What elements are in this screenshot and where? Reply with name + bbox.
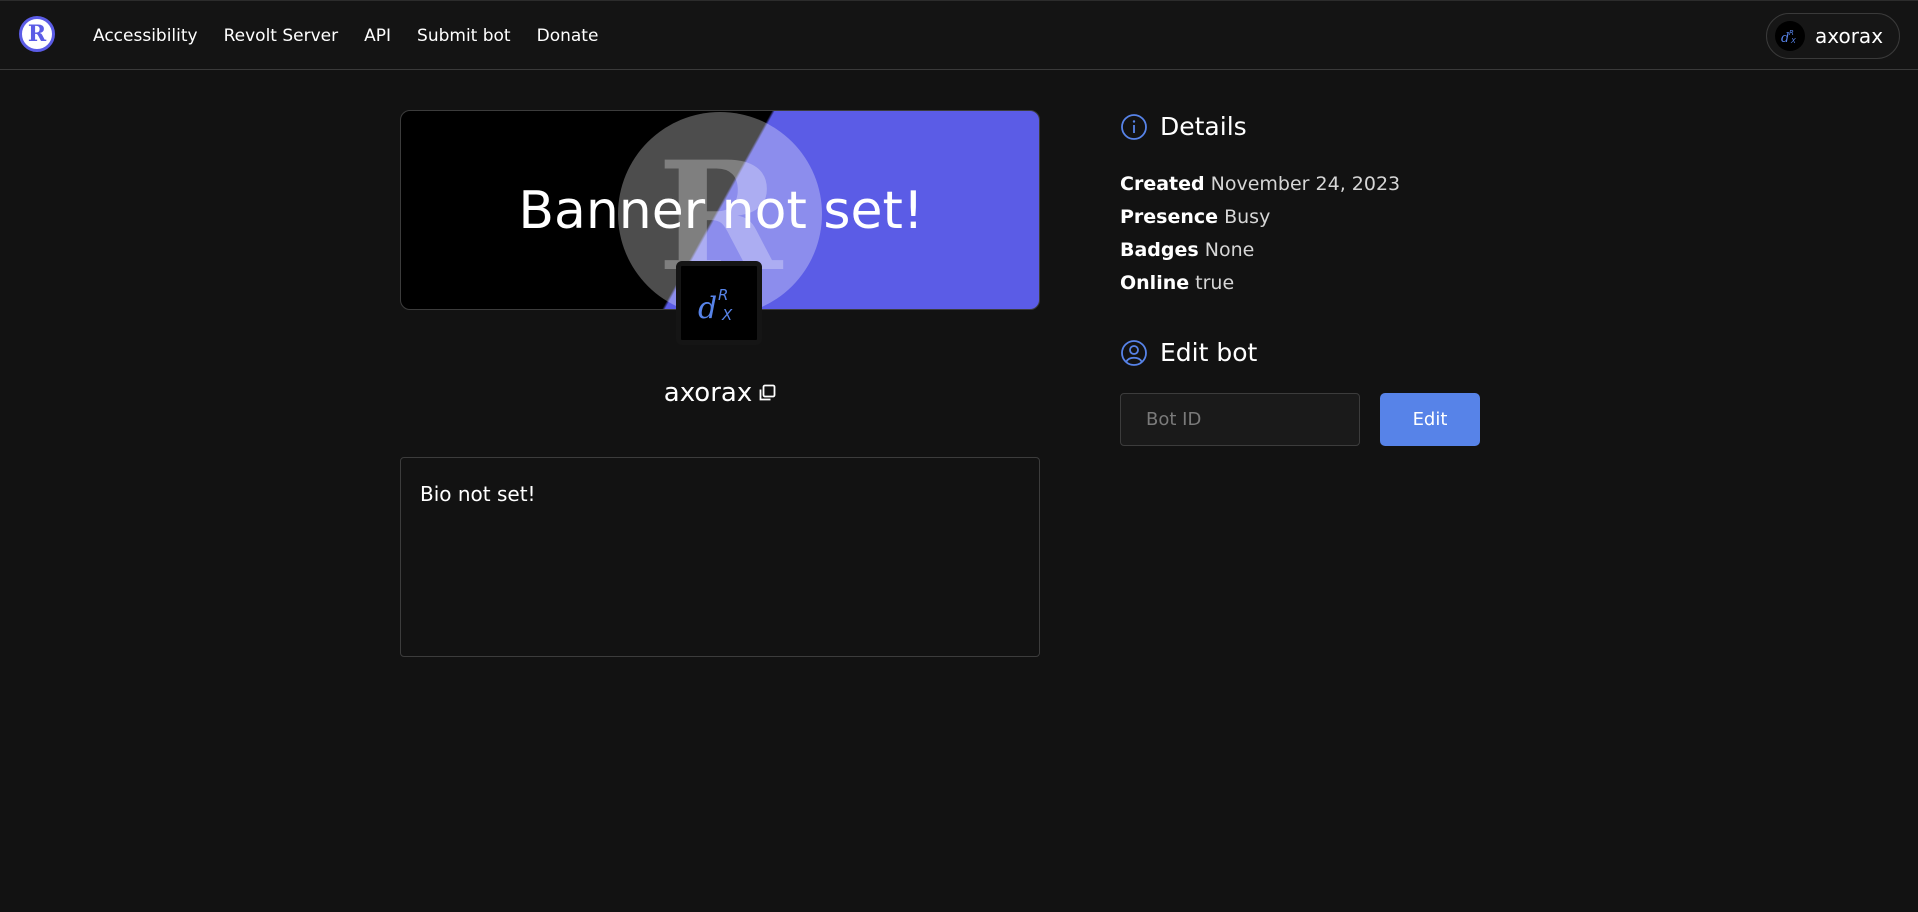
detail-key: Badges [1120, 239, 1199, 261]
detail-value: November 24, 2023 [1210, 173, 1401, 195]
detail-key: Created [1120, 173, 1205, 195]
nav-link-accessibility[interactable]: Accessibility [93, 26, 198, 46]
bio-box: Bio not set! [400, 457, 1040, 657]
copy-icon[interactable] [758, 384, 776, 402]
bot-name: axorax [663, 378, 753, 408]
details-list: Created November 24, 2023 Presence Busy … [1120, 168, 1400, 300]
user-circle-icon [1121, 339, 1147, 366]
svg-text:R: R [718, 286, 728, 304]
detail-row-created: Created November 24, 2023 [1120, 168, 1400, 201]
detail-row-presence: Presence Busy [1120, 201, 1400, 234]
bot-name-row: axorax [400, 378, 1040, 408]
svg-text:X: X [1790, 37, 1796, 45]
nav-link-revolt-server[interactable]: Revolt Server [224, 26, 339, 46]
svg-text:d: d [698, 291, 717, 326]
detail-value: true [1195, 272, 1235, 294]
info-circle-icon [1121, 113, 1147, 140]
svg-text:R: R [1789, 29, 1794, 37]
details-header: Details [1120, 112, 1247, 141]
edit-bot-header: Edit bot [1120, 338, 1257, 367]
nav-link-submit-bot[interactable]: Submit bot [417, 26, 511, 46]
detail-row-badges: Badges None [1120, 234, 1400, 267]
bot-avatar: d R X [676, 261, 762, 345]
detail-key: Presence [1120, 206, 1219, 228]
top-navbar: R Accessibility Revolt Server API Submit… [0, 0, 1918, 70]
edit-bot-title: Edit bot [1160, 338, 1258, 367]
detail-key: Online [1120, 272, 1190, 294]
nav-link-api[interactable]: API [364, 26, 391, 46]
edit-button[interactable]: Edit [1380, 393, 1480, 446]
nav-link-donate[interactable]: Donate [537, 26, 599, 46]
nav-links: Accessibility Revolt Server API Submit b… [93, 1, 598, 71]
logo-letter: R [27, 21, 47, 47]
bio-text: Bio not set! [420, 482, 536, 506]
details-title: Details [1160, 112, 1247, 141]
revolt-logo-icon[interactable]: R [19, 16, 55, 52]
axorax-avatar-icon: d R X [1781, 29, 1796, 46]
svg-text:X: X [721, 306, 733, 324]
avatar: d R X [1775, 21, 1805, 51]
profile-name: axorax [1815, 24, 1884, 48]
profile-button[interactable]: d R X axorax [1766, 13, 1900, 59]
detail-value: None [1204, 239, 1255, 261]
bot-id-input[interactable] [1120, 393, 1360, 446]
axorax-logo-icon: d R X [698, 286, 733, 326]
detail-value: Busy [1224, 206, 1271, 228]
detail-row-online: Online true [1120, 267, 1400, 300]
